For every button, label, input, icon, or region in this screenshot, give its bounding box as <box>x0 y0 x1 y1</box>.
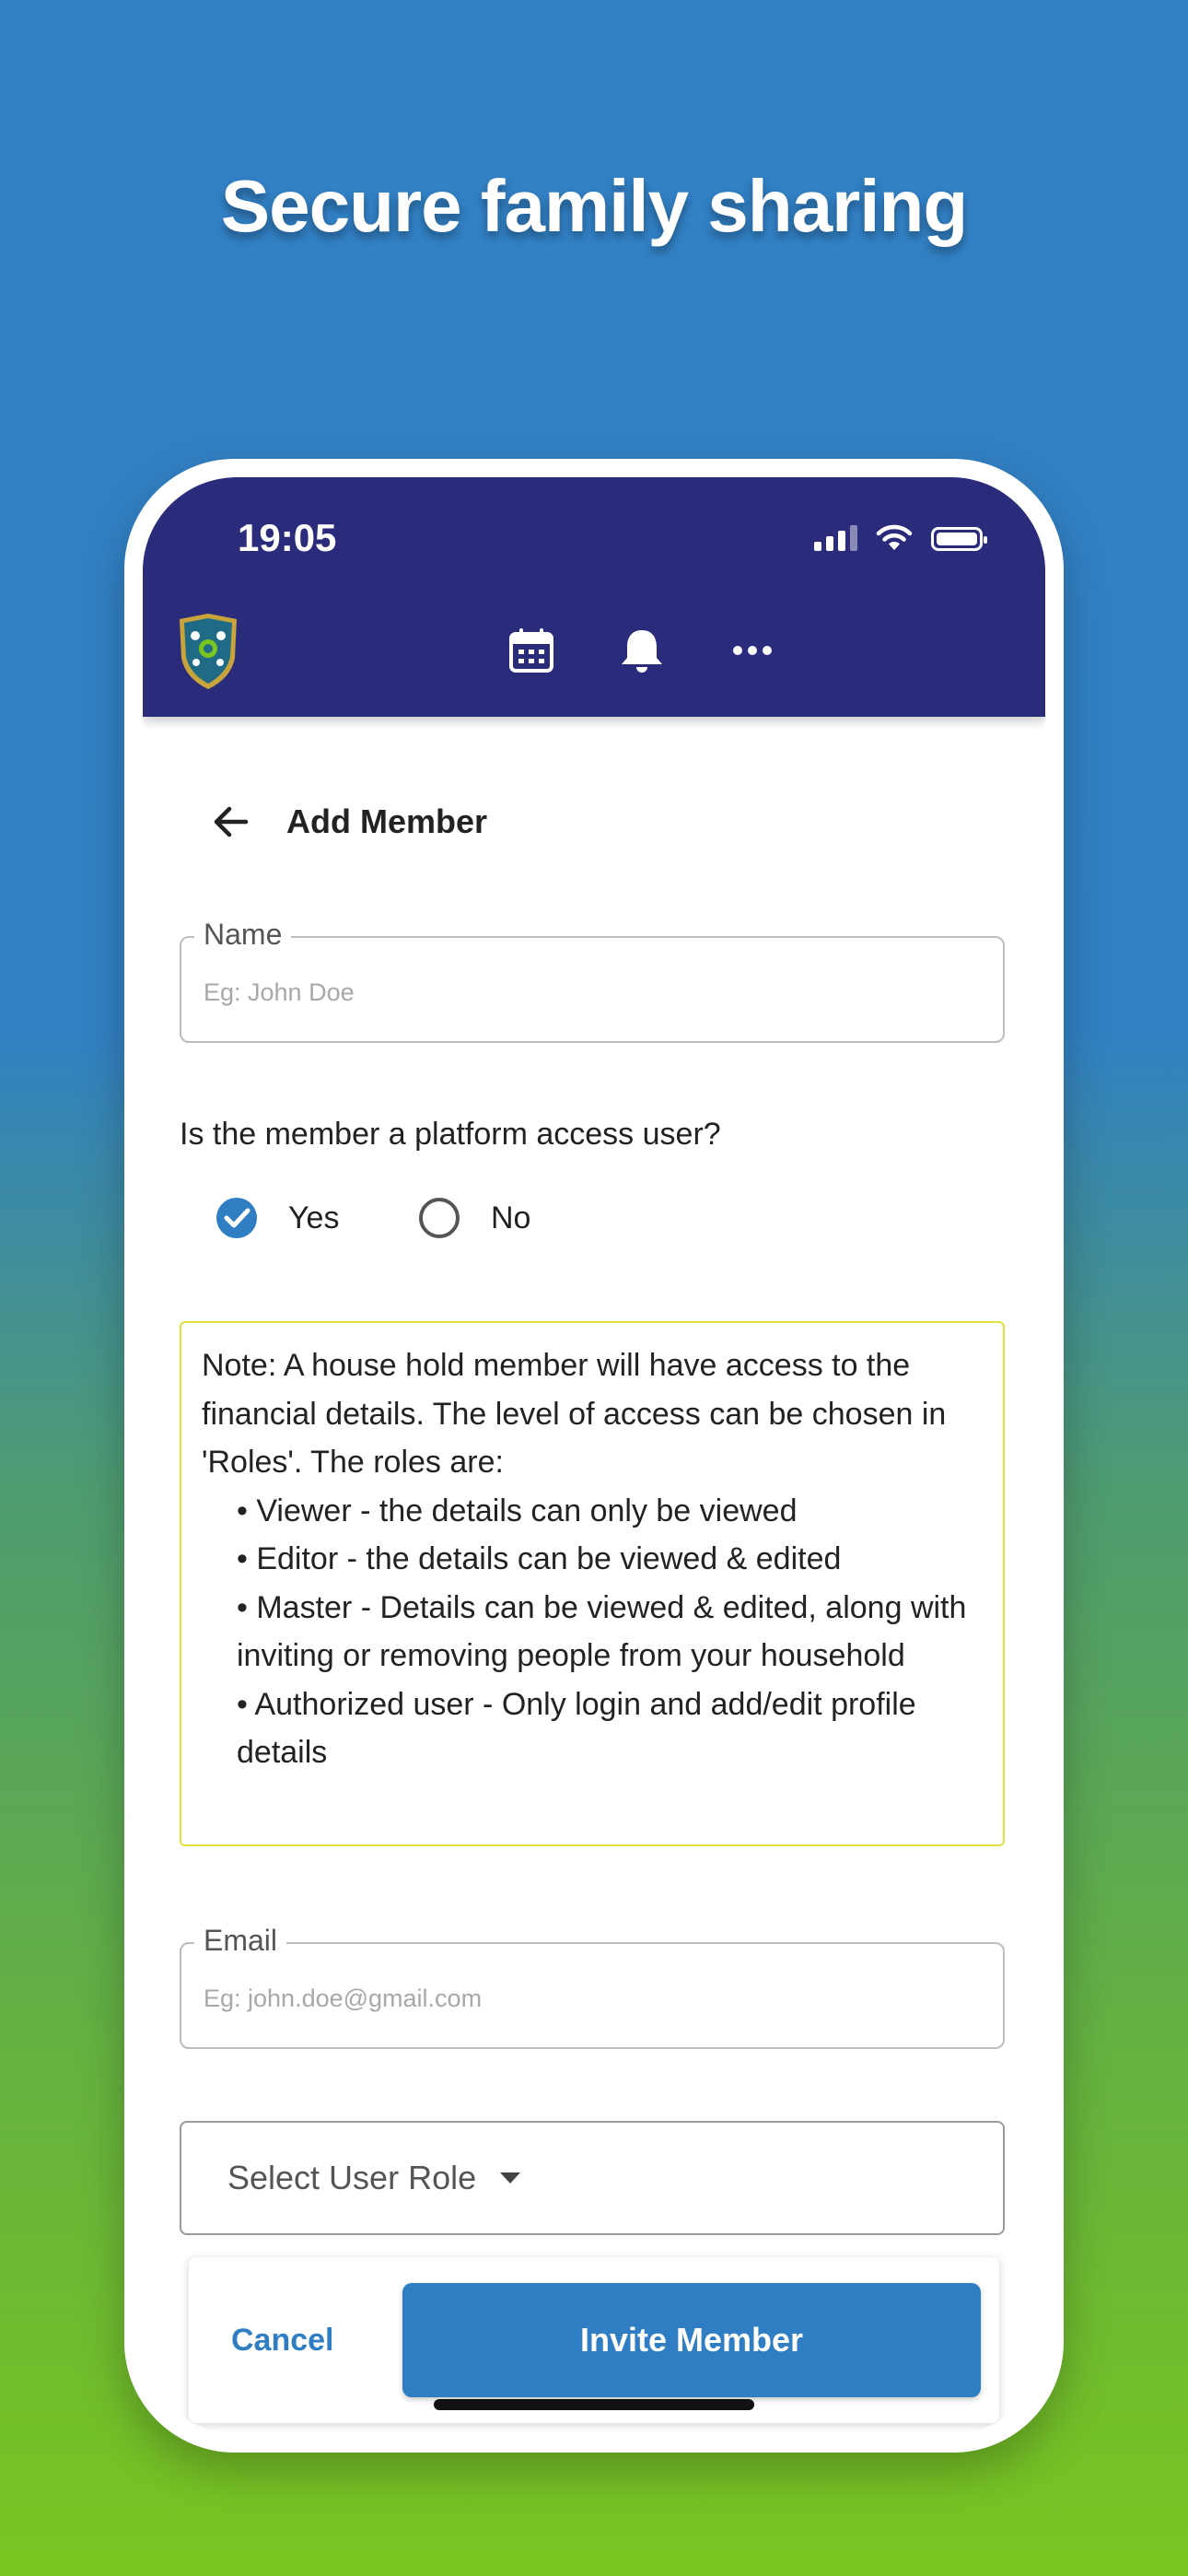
back-arrow-icon[interactable] <box>209 800 253 844</box>
radio-yes[interactable]: Yes <box>215 1196 339 1240</box>
email-field[interactable]: Email <box>180 1924 1005 2049</box>
note-bullet-viewer: • Viewer - the details can only be viewe… <box>237 1493 798 1528</box>
note-bullet-editor: • Editor - the details can be viewed & e… <box>237 1541 842 1576</box>
name-input[interactable] <box>204 978 977 1007</box>
user-role-select[interactable]: Select User Role <box>180 2121 1005 2235</box>
radio-unchecked-icon[interactable] <box>417 1196 461 1240</box>
radio-no-label: No <box>491 1200 531 1235</box>
note-bullet-authorized: • Authorized user - Only login and add/e… <box>237 1686 916 1771</box>
more-icon[interactable] <box>727 625 778 676</box>
dropdown-caret-icon <box>500 2172 521 2184</box>
name-field[interactable]: Name <box>180 918 1005 1043</box>
name-field-label: Name <box>194 918 292 952</box>
phone-screen: 19:05 Add Member Name Eg: John Doe Is th… <box>143 477 1045 2434</box>
calendar-icon[interactable] <box>506 625 557 676</box>
status-icons <box>814 523 987 551</box>
app-logo[interactable] <box>176 612 240 691</box>
email-field-label: Email <box>194 1924 287 1958</box>
wifi-icon <box>876 524 913 550</box>
page-header: Add Member <box>209 800 487 844</box>
status-time: 19:05 <box>238 516 337 559</box>
radio-checked-icon[interactable] <box>215 1196 259 1240</box>
note-bullet-master: • Master - Details can be viewed & edite… <box>237 1589 967 1674</box>
battery-icon <box>931 527 987 551</box>
user-role-placeholder: Select User Role <box>227 2159 477 2196</box>
signal-icon <box>814 525 857 551</box>
note-intro: Note: A house hold member will have acce… <box>202 1348 947 1480</box>
radio-yes-label: Yes <box>288 1200 340 1235</box>
roles-note: Note: A house hold member will have acce… <box>180 1321 1005 1846</box>
bell-icon[interactable] <box>616 625 668 676</box>
cancel-button[interactable]: Cancel <box>231 2303 334 2377</box>
home-indicator <box>434 2399 754 2410</box>
platform-access-question: Is the member a platform access user? <box>180 1117 721 1152</box>
headline: Secure family sharing <box>220 165 968 247</box>
invite-member-button[interactable]: Invite Member <box>402 2283 981 2397</box>
app-bar: 19:05 <box>143 477 1045 717</box>
radio-no[interactable]: No <box>417 1196 530 1240</box>
action-bar: Cancel Invite Member <box>189 2257 999 2423</box>
email-input[interactable] <box>204 1985 977 2013</box>
page-title: Add Member <box>286 802 488 840</box>
